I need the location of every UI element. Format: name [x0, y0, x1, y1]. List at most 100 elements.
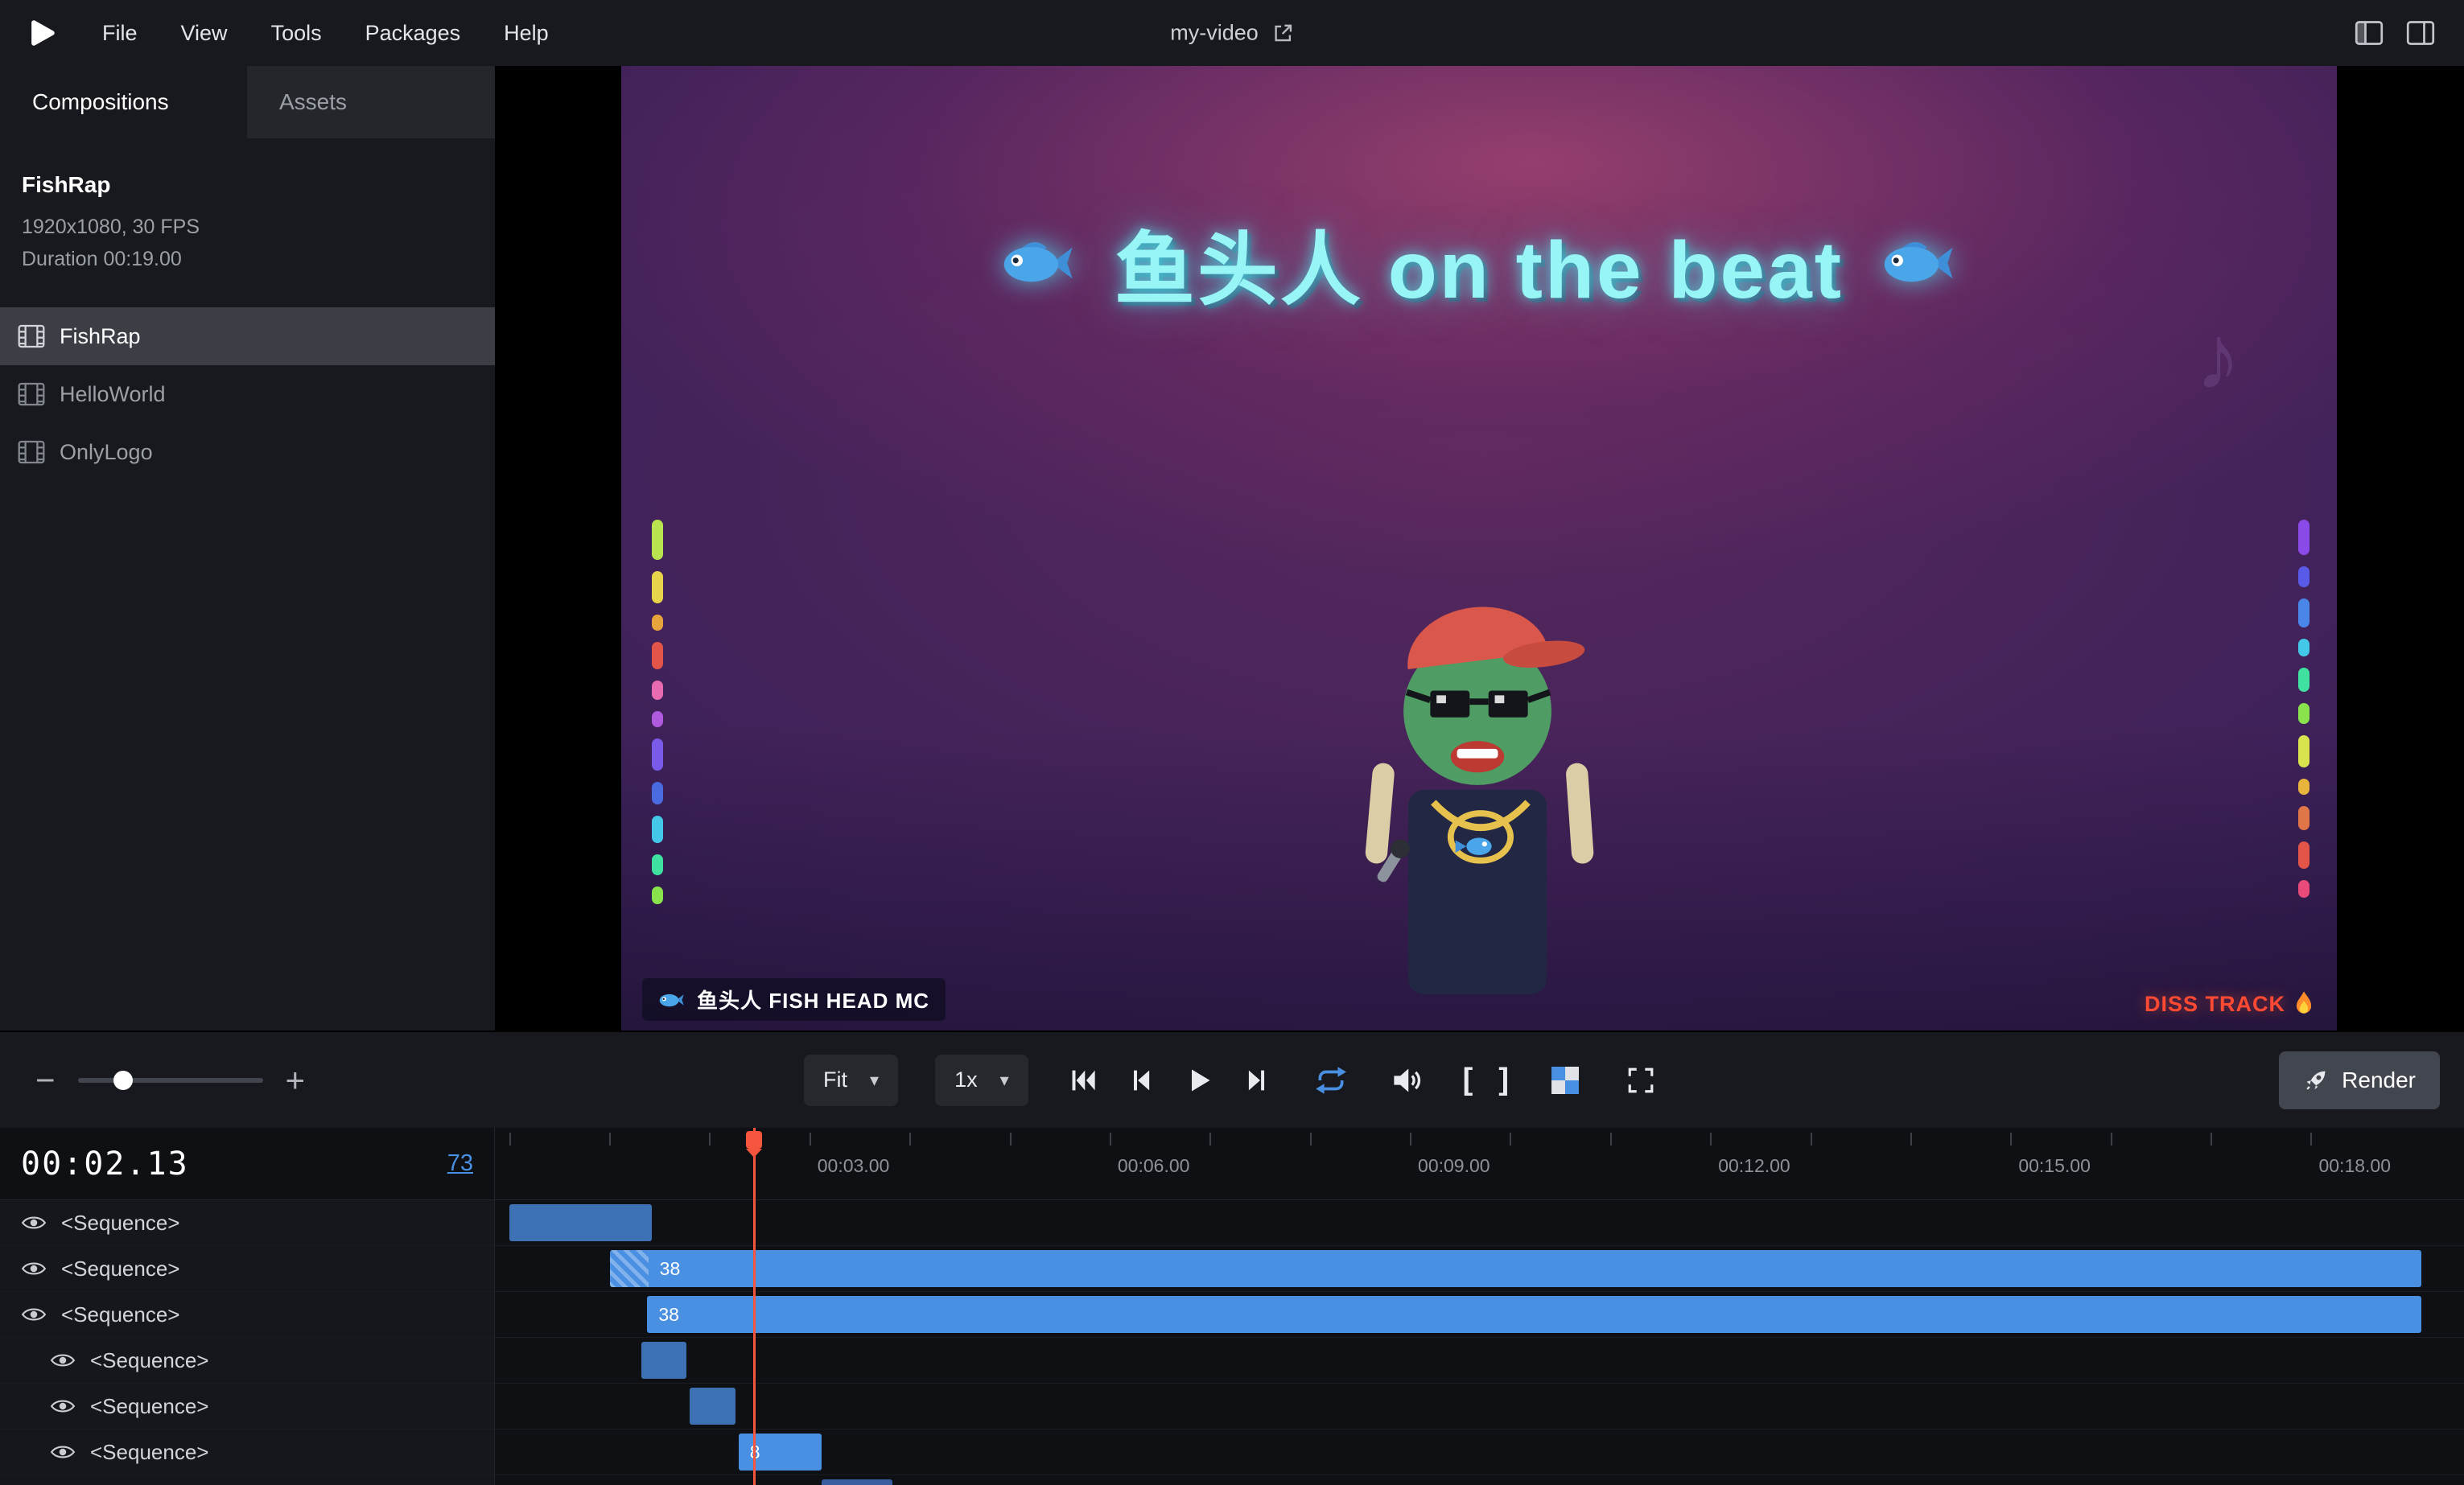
timeline-clip[interactable]: [822, 1479, 892, 1485]
panel-toggles: [2355, 20, 2435, 46]
zoom-slider-track: [78, 1078, 263, 1083]
eye-icon[interactable]: [21, 1259, 47, 1278]
playhead-line[interactable]: [753, 1128, 756, 1485]
menu-item-tools[interactable]: Tools: [249, 0, 344, 66]
visualizer-segment: [652, 520, 663, 560]
ruler-tick: [2211, 1133, 2212, 1146]
visualizer-segment: [2298, 841, 2309, 869]
jump-to-start-button[interactable]: [1065, 1063, 1101, 1098]
ruler-tick: [1710, 1133, 1712, 1146]
track-row-6: <Sequence>8: [0, 1429, 2464, 1475]
track-lane[interactable]: [495, 1338, 2464, 1383]
frame-number[interactable]: 73: [447, 1150, 473, 1177]
timeline-clip[interactable]: [641, 1342, 687, 1379]
timeline-tracks: <Sequence><Sequence>38<Sequence>38<Seque…: [0, 1200, 2464, 1485]
zoom-out-button[interactable]: −: [35, 1063, 56, 1097]
track-header: <Sequence>: [0, 1200, 495, 1245]
track-lane[interactable]: 38: [495, 1246, 2464, 1291]
composition-item-onlylogo[interactable]: OnlyLogo: [0, 423, 495, 481]
in-point-button[interactable]: [: [1463, 1063, 1473, 1097]
timeline-timebox: 00:02.13 73: [0, 1128, 495, 1199]
menu-item-help[interactable]: Help: [482, 0, 571, 66]
tab-compositions[interactable]: Compositions: [0, 66, 247, 138]
track-lane[interactable]: [495, 1475, 2464, 1485]
ruler-tick: [1010, 1133, 1012, 1146]
fish-icon: [1000, 234, 1077, 292]
ruler-tick: [1811, 1133, 1812, 1146]
visualizer-segment: [652, 854, 663, 875]
ruler-label: 00:09.00: [1410, 1155, 1490, 1177]
timeline-clip[interactable]: [509, 1204, 653, 1241]
zoom-in-button[interactable]: +: [286, 1063, 306, 1097]
track-lane[interactable]: [495, 1200, 2464, 1245]
ruler-tick: [2010, 1133, 2012, 1146]
ruler-label: 00:12.00: [1710, 1155, 1790, 1177]
track-lane[interactable]: 38: [495, 1292, 2464, 1337]
clip-label: 38: [658, 1296, 679, 1333]
chevron-down-icon: ▾: [1000, 1070, 1009, 1091]
chevron-down-icon: ▾: [870, 1070, 879, 1091]
fullscreen-button[interactable]: [1621, 1061, 1660, 1100]
composition-label: FishRap: [60, 324, 141, 349]
track-lane[interactable]: [495, 1384, 2464, 1429]
ruler-label: 00:15.00: [2010, 1155, 2091, 1177]
visualizer-segment: [2298, 735, 2309, 767]
visualizer-segment: [2298, 668, 2309, 692]
eye-icon[interactable]: [21, 1213, 47, 1232]
previous-frame-button[interactable]: [1123, 1063, 1159, 1098]
composition-duration: Duration 00:19.00: [22, 243, 473, 275]
render-button[interactable]: Render: [2279, 1051, 2440, 1109]
loop-button[interactable]: [1312, 1061, 1350, 1100]
fish-icon: [1881, 234, 1958, 292]
track-lane[interactable]: 8: [495, 1429, 2464, 1475]
zoom-slider-knob[interactable]: [113, 1071, 133, 1090]
visualizer-segment: [652, 738, 663, 771]
track-row-3: <Sequence>38: [0, 1292, 2464, 1338]
playback-controls: Fit ▾ 1x ▾: [804, 1055, 1660, 1106]
fish-icon: [658, 989, 686, 1010]
track-label: <Sequence>: [90, 1394, 208, 1419]
visualizer-segment: [2298, 639, 2309, 656]
timeline-ruler[interactable]: 00:03.0000:06.0000:09.0000:12.0000:15.00…: [495, 1128, 2464, 1199]
eye-icon[interactable]: [50, 1351, 76, 1370]
volume-button[interactable]: [1387, 1061, 1426, 1100]
toggle-right-panel-icon[interactable]: [2406, 20, 2435, 46]
eye-icon[interactable]: [50, 1397, 76, 1416]
menu-item-packages[interactable]: Packages: [344, 0, 483, 66]
render-label: Render: [2342, 1067, 2416, 1093]
timeline-clip[interactable]: [690, 1388, 735, 1425]
player-canvas[interactable]: ♪: [621, 66, 2337, 1030]
track-header: <Sequence>: [0, 1384, 495, 1429]
zoom-slider[interactable]: [78, 1064, 263, 1096]
project-title[interactable]: my-video: [1170, 21, 1294, 46]
timecode: 00:02.13: [21, 1146, 189, 1183]
timeline: 00:02.13 73 00:03.0000:06.0000:09.0000:1…: [0, 1126, 2464, 1485]
timeline-clip[interactable]: 8: [739, 1434, 822, 1471]
film-icon: [18, 382, 45, 406]
menu-item-file[interactable]: File: [80, 0, 159, 66]
timeline-clip[interactable]: 38: [647, 1296, 2421, 1333]
tab-assets[interactable]: Assets: [247, 66, 495, 138]
transparency-toggle[interactable]: [1546, 1061, 1584, 1100]
playhead-marker[interactable]: [746, 1131, 762, 1149]
jump-to-end-button[interactable]: [1239, 1063, 1275, 1098]
out-point-button[interactable]: ]: [1498, 1063, 1509, 1097]
fit-dropdown[interactable]: Fit ▾: [804, 1055, 898, 1106]
composition-item-helloworld[interactable]: HelloWorld: [0, 365, 495, 423]
composition-item-fishrap[interactable]: FishRap: [0, 307, 495, 365]
track-header: <Sequence>: [0, 1475, 495, 1485]
remotion-logo-icon[interactable]: [24, 15, 60, 51]
timeline-clip[interactable]: 38: [610, 1250, 2421, 1287]
eye-icon[interactable]: [21, 1305, 47, 1324]
ruler-tick: [609, 1133, 611, 1146]
menu-items: FileViewToolsPackagesHelp: [80, 0, 571, 66]
toggle-left-panel-icon[interactable]: [2355, 20, 2384, 46]
visualizer-segment: [652, 571, 663, 603]
menu-item-view[interactable]: View: [159, 0, 249, 66]
play-button[interactable]: [1181, 1063, 1217, 1098]
speed-dropdown[interactable]: 1x ▾: [935, 1055, 1028, 1106]
eye-icon[interactable]: [50, 1442, 76, 1462]
track-row-1: <Sequence>: [0, 1200, 2464, 1246]
composition-format: 1920x1080, 30 FPS: [22, 211, 473, 243]
visualizer-segment: [652, 642, 663, 669]
